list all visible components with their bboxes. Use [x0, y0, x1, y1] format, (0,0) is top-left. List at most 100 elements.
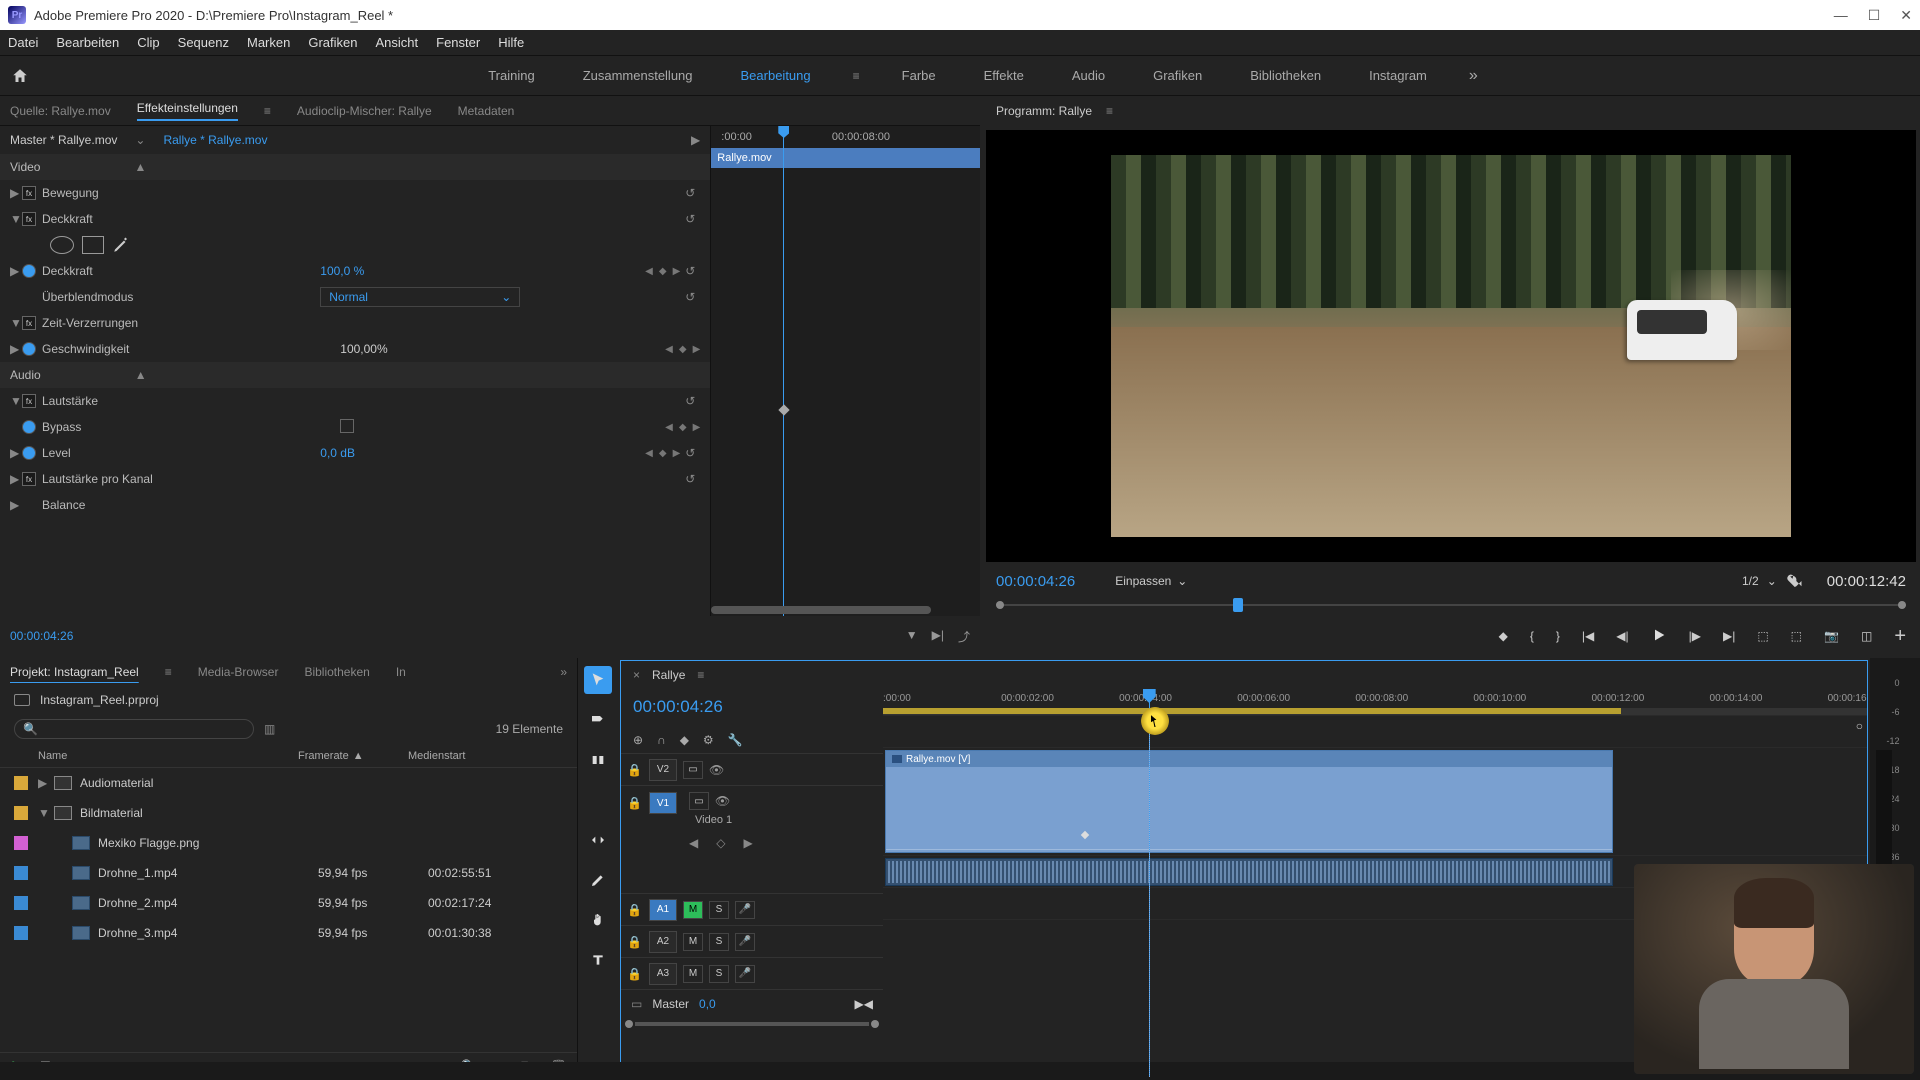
- audio-clip[interactable]: [885, 858, 1613, 886]
- chevron-down-icon[interactable]: ⌄: [1177, 574, 1187, 588]
- voice-a2-icon[interactable]: 🎤: [735, 933, 755, 951]
- ws-tab-training[interactable]: Training: [482, 64, 540, 87]
- lane-v2[interactable]: [883, 715, 1867, 747]
- proj-menu-icon[interactable]: ≡: [165, 665, 172, 679]
- reset-opacity-icon[interactable]: ↺: [680, 264, 700, 278]
- list-item[interactable]: Drohne_2.mp4 59,94 fps 00:02:17:24: [0, 888, 577, 918]
- reset-level-icon[interactable]: ↺: [680, 446, 700, 460]
- ellipse-mask-icon[interactable]: [50, 236, 74, 254]
- close-seq-icon[interactable]: ×: [633, 668, 640, 682]
- tab-in[interactable]: In: [396, 665, 406, 679]
- mute-a1[interactable]: M: [683, 901, 703, 919]
- hand-tool-icon[interactable]: [584, 906, 612, 934]
- fit-select[interactable]: Einpassen: [1115, 574, 1171, 588]
- ec-current-time[interactable]: 00:00:04:26: [10, 629, 73, 643]
- bypass-checkbox[interactable]: [340, 419, 354, 433]
- expand-bewegung[interactable]: ▶: [10, 186, 22, 200]
- program-scrubber[interactable]: [996, 596, 1906, 616]
- val-deckkraft[interactable]: 100,0 %: [320, 264, 590, 278]
- proj-more-icon[interactable]: »: [560, 665, 567, 679]
- list-item[interactable]: ▶ Audiomaterial: [0, 768, 577, 798]
- next-kf-icon[interactable]: ▶: [743, 836, 752, 850]
- snap-icon[interactable]: ⊕: [633, 733, 643, 747]
- tab-audioclip-mischer[interactable]: Audioclip-Mischer: Rallye: [297, 104, 432, 118]
- mini-clip-bar[interactable]: Rallye.mov: [711, 148, 980, 168]
- timeline-playhead[interactable]: [1149, 689, 1150, 1077]
- toggle-output-icon[interactable]: ▭: [689, 792, 709, 810]
- expand-opacity-val[interactable]: ▶: [10, 264, 22, 278]
- add-kf-icon[interactable]: ◆: [679, 344, 687, 355]
- track-select-tool-icon[interactable]: [584, 706, 612, 734]
- seq-menu-icon[interactable]: ≡: [697, 668, 704, 682]
- zoom-bar[interactable]: [635, 1022, 869, 1026]
- fx-badge-icon[interactable]: fx: [22, 316, 36, 330]
- eye-icon[interactable]: 👁: [715, 794, 730, 808]
- menu-ansicht[interactable]: Ansicht: [375, 35, 418, 50]
- extract-icon[interactable]: ⬚: [1791, 629, 1802, 643]
- mute-a2[interactable]: M: [683, 933, 703, 951]
- fx-badge-icon[interactable]: fx: [22, 212, 36, 226]
- camera-icon[interactable]: 📷: [1824, 629, 1839, 643]
- ws-tab-effekte[interactable]: Effekte: [978, 64, 1030, 87]
- tab-bibliotheken[interactable]: Bibliotheken: [304, 665, 369, 679]
- ws-tab-grafiken[interactable]: Grafiken: [1147, 64, 1208, 87]
- track-v1[interactable]: V1: [649, 792, 677, 814]
- master-end-icon[interactable]: ▶◀: [855, 997, 873, 1011]
- expand-icon[interactable]: ▼: [38, 806, 54, 820]
- wrench-icon[interactable]: [1785, 572, 1803, 590]
- ws-tab-instagram[interactable]: Instagram: [1363, 64, 1433, 87]
- fx-badge-icon[interactable]: fx: [22, 472, 36, 486]
- track-a3[interactable]: A3: [649, 963, 677, 985]
- video-collapse-icon[interactable]: ▲: [130, 160, 150, 174]
- reset-bewegung-icon[interactable]: ↺: [680, 186, 700, 200]
- close-button[interactable]: ✕: [1900, 7, 1912, 24]
- add-kf-icon[interactable]: ◇: [716, 836, 725, 850]
- menu-marken[interactable]: Marken: [247, 35, 290, 50]
- pen-mask-icon[interactable]: [112, 236, 134, 254]
- ripple-edit-tool-icon[interactable]: [584, 746, 612, 774]
- val-level[interactable]: 0,0 dB: [320, 446, 590, 460]
- filter-icon[interactable]: ▼: [906, 628, 918, 645]
- next-kf-icon[interactable]: ▶: [693, 422, 701, 433]
- lock-a2-icon[interactable]: 🔒: [627, 935, 643, 949]
- panel-menu-icon[interactable]: ≡: [264, 104, 271, 118]
- sequence-name[interactable]: Rallye: [652, 668, 685, 682]
- solo-a2[interactable]: S: [709, 933, 729, 951]
- add-kf-icon[interactable]: ◆: [659, 448, 667, 459]
- menu-bearbeiten[interactable]: Bearbeiten: [56, 35, 119, 50]
- voice-a3-icon[interactable]: 🎤: [735, 965, 755, 983]
- effect-mini-timeline[interactable]: :00:00 00:00:08:00 Rallye.mov: [710, 126, 980, 616]
- list-item[interactable]: Drohne_3.mp4 59,94 fps 00:01:30:38: [0, 918, 577, 948]
- track-v2[interactable]: V2: [649, 759, 677, 781]
- add-kf-icon[interactable]: ◆: [659, 266, 667, 277]
- search-input[interactable]: 🔍: [14, 719, 254, 739]
- lane-v1[interactable]: Rallye.mov [V]: [883, 747, 1867, 855]
- lock-v2-icon[interactable]: 🔒: [627, 763, 643, 777]
- tab-effekteinstellungen[interactable]: Effekteinstellungen: [137, 101, 238, 121]
- zoom-out-handle[interactable]: [625, 1020, 633, 1028]
- settings-icon[interactable]: ⚙: [703, 733, 714, 747]
- razor-tool-icon[interactable]: [584, 786, 612, 814]
- scrub-head[interactable]: [1233, 598, 1243, 612]
- scale-select[interactable]: 1/2: [1742, 574, 1759, 588]
- stopwatch-opacity-icon[interactable]: [22, 264, 36, 278]
- video-clip[interactable]: Rallye.mov [V]: [885, 750, 1613, 853]
- add-kf-icon[interactable]: ◆: [679, 422, 687, 433]
- list-item[interactable]: ▼ Bildmaterial: [0, 798, 577, 828]
- mute-a3[interactable]: M: [683, 965, 703, 983]
- tab-metadaten[interactable]: Metadaten: [458, 104, 515, 118]
- next-kf-icon[interactable]: ▶: [673, 266, 681, 277]
- track-a2[interactable]: A2: [649, 931, 677, 953]
- slip-tool-icon[interactable]: [584, 826, 612, 854]
- ws-tab-farbe[interactable]: Farbe: [896, 64, 942, 87]
- prev-kf-icon[interactable]: ◀: [645, 266, 653, 277]
- expand-laut-kanal[interactable]: ▶: [10, 472, 22, 486]
- timeline-ruler[interactable]: :00:0000:00:02:0000:00:04:0000:00:06:000…: [883, 689, 1867, 715]
- menu-clip[interactable]: Clip: [137, 35, 159, 50]
- menu-datei[interactable]: Datei: [8, 35, 38, 50]
- fx-badge-icon[interactable]: fx: [22, 186, 36, 200]
- rect-mask-icon[interactable]: [82, 236, 104, 254]
- bin-view-icon[interactable]: ▥: [264, 722, 275, 736]
- keyframe-icon[interactable]: [779, 404, 790, 415]
- scroll-handle[interactable]: ○: [1856, 719, 1863, 733]
